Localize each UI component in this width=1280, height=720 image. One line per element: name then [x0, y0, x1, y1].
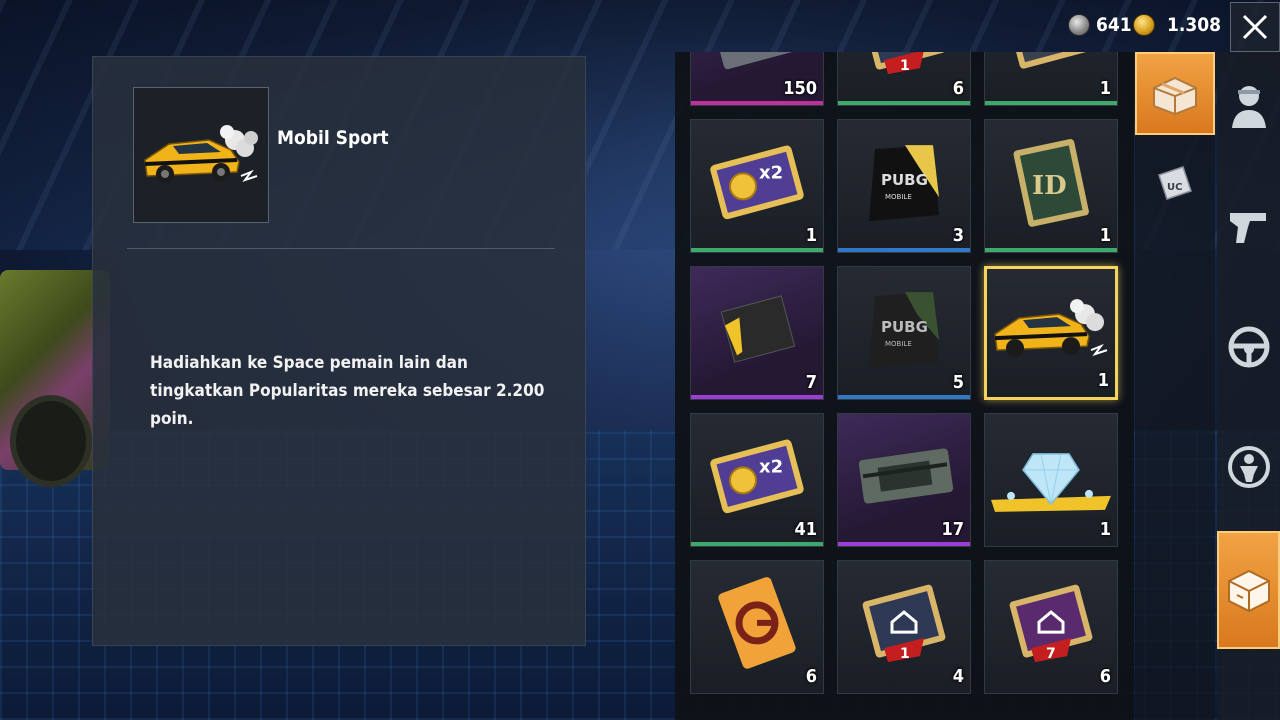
inventory-item[interactable]: 1 [984, 52, 1118, 106]
gold-currency: 1.308 [1133, 14, 1221, 36]
bp-x2-card-icon: x2 [705, 436, 809, 520]
item-count: 150 [783, 78, 817, 99]
rename-card-icon [1001, 52, 1101, 75]
inventory-item[interactable]: 1 [984, 266, 1118, 400]
divider [127, 248, 555, 249]
crate-icon [1153, 76, 1197, 115]
item-description: Hadiahkan ke Space pemain lain dan tingk… [150, 353, 545, 429]
silver-currency: 641 [1068, 14, 1132, 36]
item-count: 1 [1099, 519, 1111, 540]
item-count: 1 [1097, 370, 1109, 391]
item-count: 4 [952, 666, 964, 687]
tab-weapons[interactable] [1217, 195, 1280, 257]
rarity-bar [838, 542, 970, 546]
sport-car-icon [989, 284, 1113, 378]
gold-g-ticket-icon [707, 573, 807, 677]
inventory-item[interactable]: 16 [837, 52, 971, 106]
popularity-card-icon: 1 [854, 52, 954, 84]
tab-character[interactable] [1217, 74, 1280, 136]
svg-text:x2: x2 [759, 456, 783, 477]
item-count: 1 [1099, 78, 1111, 99]
item-count: 1 [1099, 225, 1111, 246]
item-detail-panel: Mobil Sport Hadiahkan ke Space pemain la… [92, 56, 586, 646]
svg-text:x2: x2 [759, 162, 783, 183]
item-count: 6 [805, 666, 817, 687]
item-count: 41 [794, 519, 817, 540]
rarity-bar [838, 395, 970, 399]
background-wheel [10, 395, 92, 487]
gun-icon [1229, 213, 1266, 243]
item-count: 1 [805, 225, 817, 246]
main-tab-rail [1217, 52, 1280, 720]
inventory-item[interactable]: x2 41 [690, 413, 824, 547]
item-count: 17 [941, 519, 964, 540]
rarity-bar [985, 101, 1117, 105]
inventory-grid[interactable]: 150 1 6 1 x2 1 PUBG MOBILE 3 ID 1 7 PUBG MOBILE 5 1 x2 41… [675, 52, 1134, 720]
item-count: 7 [805, 372, 817, 393]
item-thumbnail [133, 87, 269, 223]
silver-amount: 641 [1096, 14, 1132, 36]
item-count: 6 [952, 78, 964, 99]
inventory-item[interactable]: 6 [690, 560, 824, 694]
svg-text:7: 7 [1046, 646, 1056, 662]
rarity-bar [691, 542, 823, 546]
diamond-gift-icon [989, 426, 1113, 530]
item-count: 6 [1099, 666, 1111, 687]
character-icon [1231, 86, 1266, 128]
svg-text:PUBG: PUBG [881, 171, 928, 189]
rarity-bar [838, 101, 970, 105]
rarity-bar [691, 101, 823, 105]
pubg-banner-icon: PUBG MOBILE [859, 284, 949, 378]
svg-text:PUBG: PUBG [881, 318, 928, 336]
svg-text:1: 1 [900, 58, 910, 74]
inventory-item[interactable]: ID 1 [984, 119, 1118, 253]
inventory-item[interactable]: 17 [837, 413, 971, 547]
tab-uc[interactable]: UC [1135, 148, 1215, 218]
item-name: Mobil Sport [277, 127, 389, 149]
tab-inventory-box[interactable] [1217, 531, 1280, 649]
inventory-item[interactable]: x2 1 [690, 119, 824, 253]
inventory-item[interactable]: 1 [984, 413, 1118, 547]
inventory-item[interactable]: PUBG MOBILE 5 [837, 266, 971, 400]
silver-coin-icon [1068, 14, 1090, 36]
gold-coin-icon [1133, 14, 1155, 36]
close-button[interactable] [1230, 2, 1280, 52]
sub-tab-rail: UC [1135, 52, 1215, 720]
popularity-card-icon: 1 [854, 578, 954, 672]
svg-text:1: 1 [900, 646, 910, 662]
id-card-icon: ID [1006, 132, 1096, 236]
tab-vehicles[interactable] [1217, 316, 1280, 378]
gold-amount: 1.308 [1167, 14, 1222, 36]
item-count: 3 [952, 225, 964, 246]
svg-text:UC: UC [1167, 182, 1182, 193]
rarity-bar [985, 248, 1117, 252]
inventory-item[interactable]: 76 [984, 560, 1118, 694]
inventory-item[interactable]: 14 [837, 560, 971, 694]
sport-car-icon [144, 125, 258, 183]
bp-x2-card-icon: x2 [705, 142, 809, 226]
svg-text:MOBILE: MOBILE [885, 193, 912, 201]
close-icon [1242, 14, 1268, 40]
coupon-ticket-icon [707, 289, 807, 373]
parachute-icon [1227, 446, 1270, 488]
svg-text:ID: ID [1032, 171, 1067, 201]
rarity-bar [691, 395, 823, 399]
popularity-card-purple-icon: 7 [1001, 578, 1101, 672]
inventory-item[interactable]: 7 [690, 266, 824, 400]
rarity-bar [838, 248, 970, 252]
tab-crate[interactable] [1135, 52, 1215, 135]
item-count: 5 [952, 372, 964, 393]
box-icon [1227, 569, 1270, 613]
svg-text:MOBILE: MOBILE [885, 340, 912, 348]
rarity-bar [691, 248, 823, 252]
uc-icon: UC [1158, 166, 1192, 200]
supply-crate-icon [849, 436, 959, 520]
pubg-gold-banner-icon: PUBG MOBILE [859, 137, 949, 231]
steering-wheel-icon [1228, 326, 1269, 368]
inventory-item[interactable]: 150 [690, 52, 824, 106]
ticket-card-icon [707, 52, 807, 75]
tab-emotes[interactable] [1217, 436, 1280, 498]
inventory-item[interactable]: PUBG MOBILE 3 [837, 119, 971, 253]
